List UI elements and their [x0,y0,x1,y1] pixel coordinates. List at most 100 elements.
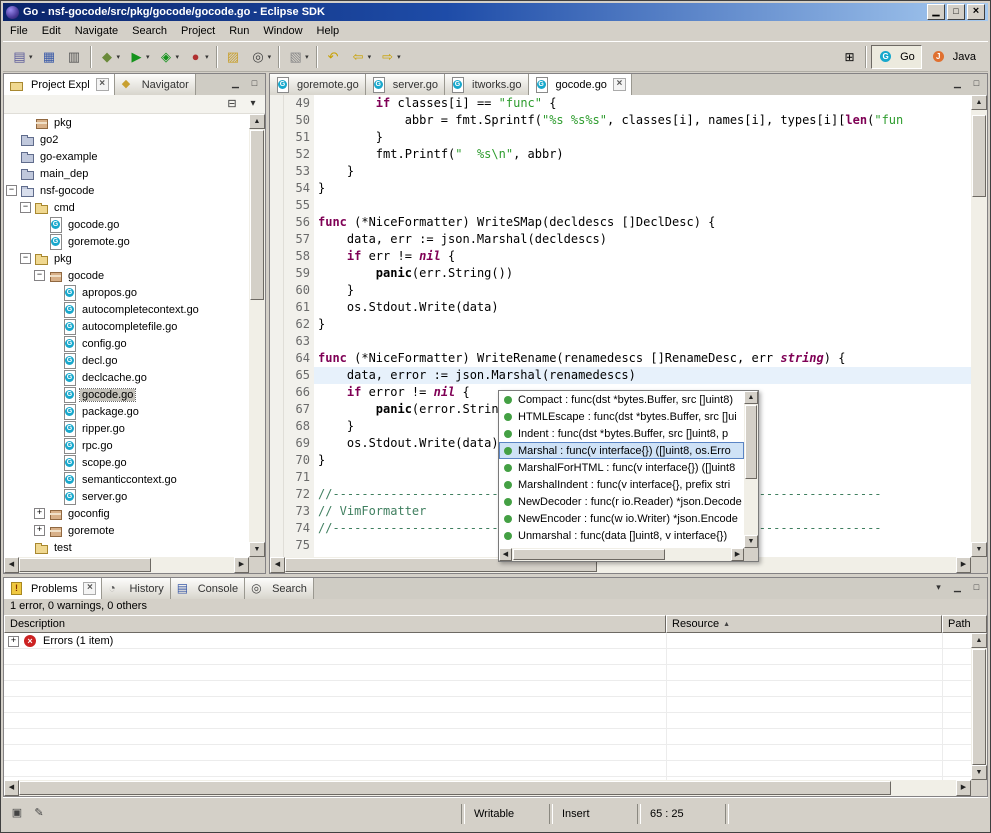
popup-horizontal-scrollbar[interactable]: ◀ ▶ [499,548,744,561]
titlebar[interactable]: Go - nsf-gocode/src/pkg/gocode/gocode.go… [3,3,988,21]
collapse-icon[interactable]: − [6,185,17,196]
tree-item[interactable]: autocompletecontext.go [4,301,249,318]
problems-vertical-scrollbar[interactable]: ▲ ▼ [971,633,987,780]
tree-item[interactable]: scope.go [4,454,249,471]
scroll-right-icon[interactable]: ▶ [731,548,744,561]
menu-item-search[interactable]: Search [125,22,174,40]
code-line[interactable]: func (*NiceFormatter) WriteSMap(decldesc… [314,214,971,231]
menu-item-edit[interactable]: Edit [35,22,68,40]
scrollbar-thumb[interactable] [745,405,757,479]
code-line[interactable]: func (*NiceFormatter) WriteRename(rename… [314,350,971,367]
code-line[interactable]: } [314,180,971,197]
save-button[interactable]: ▦ [38,45,61,69]
scroll-up-icon[interactable]: ▲ [971,633,987,648]
menu-item-run[interactable]: Run [222,22,256,40]
maximize-view-icon[interactable] [968,580,985,595]
scrollbar-thumb[interactable] [972,649,986,765]
tree-item[interactable]: −pkg [4,250,249,267]
tree-item[interactable]: autocompletefile.go [4,318,249,335]
popup-vertical-scrollbar[interactable]: ▲ ▼ [744,391,758,548]
code-line[interactable]: abbr = fmt.Sprintf("%s %s%s", classes[i]… [314,112,971,129]
fast-view-icon[interactable] [9,806,25,822]
scrollbar-thumb[interactable] [19,781,891,795]
tree-item[interactable]: config.go [4,335,249,352]
scroll-up-icon[interactable]: ▲ [971,95,987,110]
code-line[interactable]: panic(err.String()) [314,265,971,282]
column-header-resource[interactable]: Resource▲ [666,615,942,633]
scroll-left-icon[interactable]: ◀ [499,548,512,561]
code-line[interactable]: } [314,316,971,333]
editor-tab-server-go[interactable]: server.go [366,74,445,95]
scrollbar-thumb[interactable] [513,549,665,560]
menu-item-navigate[interactable]: Navigate [68,22,125,40]
close-icon[interactable]: × [83,582,96,595]
tree-item[interactable]: apropos.go [4,284,249,301]
tree-item[interactable]: package.go [4,403,249,420]
editor-tab-itworks-go[interactable]: itworks.go [445,74,529,95]
minimize-button[interactable] [927,4,945,20]
column-header-description[interactable]: Description [4,615,666,633]
autocomplete-item[interactable]: Indent : func(dst *bytes.Buffer, src []u… [499,425,744,442]
autocomplete-item[interactable]: Unmarshal : func(data []uint8, v interfa… [499,527,744,544]
code-line[interactable]: } [314,282,971,299]
view-tab-search[interactable]: Search [245,578,314,599]
perspective-button-go[interactable]: Go [871,45,922,69]
minimize-view-icon[interactable] [227,76,244,91]
scroll-down-icon[interactable]: ▼ [971,765,987,780]
column-header-path[interactable]: Path [942,615,987,633]
tree-item[interactable]: −nsf-gocode [4,182,249,199]
tree-item[interactable]: go-example [4,148,249,165]
scrollbar-thumb[interactable] [19,558,151,572]
autocomplete-item[interactable]: Compact : func(dst *bytes.Buffer, src []… [499,391,744,408]
expand-icon[interactable]: + [34,508,45,519]
view-tab-history[interactable]: History [102,578,170,599]
tree-item[interactable]: go2 [4,131,249,148]
new-go-file-button[interactable]: ▨ [222,45,245,69]
close-icon[interactable]: × [613,78,626,91]
collapse-all-icon[interactable] [223,97,241,112]
view-menu-icon[interactable] [930,580,947,595]
perspective-button-java[interactable]: Java [924,45,983,69]
last-edit-location-button[interactable]: ↶ [322,45,345,69]
menu-item-file[interactable]: File [3,22,35,40]
tree-item[interactable]: decl.go [4,352,249,369]
scrollbar-thumb[interactable] [250,130,264,300]
collapse-icon[interactable]: − [34,270,45,281]
code-line[interactable]: data, error := json.Marshal(renamedescs) [314,367,971,384]
tree-item[interactable]: semanticcontext.go [4,471,249,488]
code-line[interactable]: if classes[i] == "func" { [314,95,971,112]
scroll-right-icon[interactable]: ▶ [956,557,971,573]
tree-item[interactable]: server.go [4,488,249,505]
run-external-button[interactable]: ◈▾ [155,45,183,69]
tree-item[interactable]: test [4,539,249,556]
maximize-button[interactable] [947,4,965,20]
tree-item[interactable]: gocode.go [4,386,249,403]
back-button[interactable]: ⇦▾ [347,45,375,69]
open-task-button[interactable]: ▧▾ [284,45,312,69]
code-line[interactable]: } [314,163,971,180]
scroll-left-icon[interactable]: ◀ [270,557,285,573]
expand-icon[interactable]: + [34,525,45,536]
autocomplete-item[interactable]: MarshalForHTML : func(v interface{}) ([]… [499,459,744,476]
collapse-icon[interactable]: − [20,253,31,264]
problems-row[interactable]: +Errors (1 item) [4,633,971,649]
code-line[interactable]: data, err := json.Marshal(decldescs) [314,231,971,248]
run-button[interactable]: ▶▾ [125,45,153,69]
tree-item[interactable]: +goconfig [4,505,249,522]
code-line[interactable]: os.Stdout.Write(data) [314,299,971,316]
tree-item[interactable]: ripper.go [4,420,249,437]
minimize-view-icon[interactable] [949,76,966,91]
scroll-right-icon[interactable]: ▶ [956,780,971,796]
scroll-up-icon[interactable]: ▲ [249,114,265,129]
profile-button[interactable]: ●▾ [184,45,212,69]
explorer-vertical-scrollbar[interactable]: ▲ ▼ [249,114,265,557]
tree-item[interactable]: gocode.go [4,216,249,233]
minimize-view-icon[interactable] [949,580,966,595]
view-tab-problems[interactable]: Problems× [4,578,102,599]
open-perspective-button[interactable] [838,45,861,69]
menu-item-window[interactable]: Window [256,22,309,40]
tree-item[interactable]: main_dep [4,165,249,182]
print-button[interactable]: ▥ [63,45,86,69]
collapse-icon[interactable]: − [20,202,31,213]
code-line[interactable] [314,197,971,214]
